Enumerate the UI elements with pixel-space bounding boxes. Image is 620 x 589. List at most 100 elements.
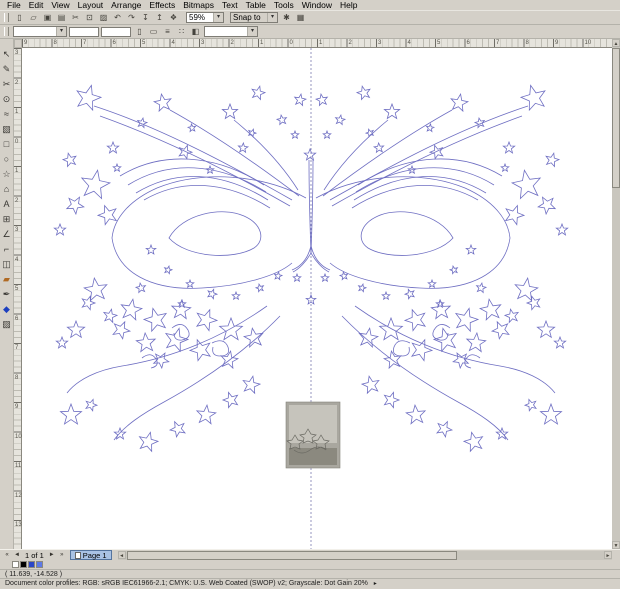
horizontal-scroll-thumb[interactable] [127, 551, 457, 560]
chevron-down-icon[interactable]: ▾ [56, 27, 66, 36]
chevron-down-icon[interactable]: ▾ [267, 13, 277, 22]
new-document-icon[interactable]: ▯ [13, 12, 26, 24]
shape-tool[interactable]: ✎ [0, 62, 13, 77]
mask-drawing[interactable] [54, 85, 316, 451]
ruler-label-h: 7 [496, 40, 499, 46]
ruler-label-v: 9 [15, 404, 18, 410]
menu-item-file[interactable]: File [3, 0, 25, 11]
scroll-down-icon[interactable]: ▼ [612, 541, 620, 549]
ruler-label-h: 5 [142, 40, 145, 46]
menu-item-edit[interactable]: Edit [25, 0, 48, 11]
ruler-label-h: 3 [201, 40, 204, 46]
zoom-tool[interactable]: ⊙ [0, 92, 13, 107]
menu-item-table[interactable]: Table [242, 0, 270, 11]
previous-page-button[interactable]: ◄ [12, 552, 22, 558]
menu-item-bitmaps[interactable]: Bitmaps [179, 0, 218, 11]
menu-item-help[interactable]: Help [336, 0, 361, 11]
palette-swatch-2[interactable] [28, 561, 35, 568]
vertical-scroll-thumb[interactable] [612, 48, 620, 188]
table-tool[interactable]: ⊞ [0, 212, 13, 227]
color-profiles-text: Document color profiles: RGB: sRGB IEC61… [5, 580, 368, 587]
canvas-area[interactable] [22, 48, 612, 549]
duplicate-distance-icon[interactable]: ◧ [189, 26, 202, 38]
paper-type-combo[interactable]: ▾ [13, 26, 67, 37]
freehand-tool[interactable]: ≈ [0, 107, 13, 122]
chevron-down-icon[interactable]: ▾ [247, 27, 257, 36]
page-height-field[interactable] [101, 27, 131, 37]
outline-pen-tool[interactable]: ✒ [0, 287, 13, 302]
print-icon[interactable]: ▤ [55, 12, 68, 24]
ruler-label-h: 5 [437, 40, 440, 46]
next-page-button[interactable]: ► [47, 552, 57, 558]
import-icon[interactable]: ↧ [139, 12, 152, 24]
nudge-offset-icon[interactable]: ∷ [175, 26, 188, 38]
menu-item-arrange[interactable]: Arrange [107, 0, 145, 11]
drawing-canvas[interactable] [22, 48, 612, 549]
smart-fill-tool[interactable]: ▧ [0, 122, 13, 137]
page-tab[interactable]: Page 1 [70, 550, 112, 560]
first-page-button[interactable]: « [2, 552, 12, 558]
connector-tool[interactable]: ⌐ [0, 242, 13, 257]
basic-shapes-tool[interactable]: ⌂ [0, 182, 13, 197]
rectangle-tool[interactable]: □ [0, 137, 13, 152]
menu-bar: FileEditViewLayoutArrangeEffectsBitmapsT… [0, 0, 620, 11]
options-icon[interactable]: ✱ [280, 12, 293, 24]
ruler-label-v: 4 [15, 257, 18, 263]
vertical-ruler[interactable]: 321012345678910111213 [14, 48, 22, 549]
interactive-fill-tool[interactable]: ▨ [0, 317, 13, 332]
scroll-up-icon[interactable]: ▲ [612, 39, 620, 47]
drawing-units-combo[interactable]: ▾ [204, 26, 258, 37]
dimension-tool[interactable]: ∠ [0, 227, 13, 242]
export-icon[interactable]: ↥ [153, 12, 166, 24]
ruler-label-h: 2 [349, 40, 352, 46]
palette-swatch-1[interactable] [20, 561, 27, 568]
vertical-scrollbar[interactable]: ▲ ▼ [612, 39, 620, 549]
mask-drawing-mirror[interactable] [311, 85, 568, 451]
fill-tool[interactable]: ◆ [0, 302, 13, 317]
reference-bitmap[interactable] [286, 402, 340, 468]
ruler-label-h: 10 [585, 40, 592, 46]
ruler-corner[interactable] [14, 39, 22, 48]
horizontal-ruler[interactable]: 987654321012345678910 [22, 39, 612, 48]
scroll-right-icon[interactable]: ► [604, 551, 612, 559]
zoom-level-combo[interactable]: 59% ▾ [186, 12, 224, 23]
save-icon[interactable]: ▣ [41, 12, 54, 24]
polygon-tool[interactable]: ☆ [0, 167, 13, 182]
menu-item-tools[interactable]: Tools [270, 0, 298, 11]
menu-item-text[interactable]: Text [218, 0, 242, 11]
paste-icon[interactable]: ▨ [97, 12, 110, 24]
eyedropper-tool[interactable]: ▰ [0, 272, 13, 287]
ellipse-tool[interactable]: ○ [0, 152, 13, 167]
snap-to-combo[interactable]: Snap to ▾ [230, 12, 278, 23]
blend-tool[interactable]: ◫ [0, 257, 13, 272]
ruler-label-v: 6 [15, 316, 18, 322]
horizontal-scrollbar[interactable]: ◄ ► [118, 551, 612, 560]
palette-swatch-0[interactable] [12, 561, 19, 568]
menu-item-view[interactable]: View [47, 0, 73, 11]
chevron-down-icon[interactable]: ▾ [213, 13, 223, 22]
text-tool[interactable]: A [0, 197, 13, 212]
crop-tool[interactable]: ✂ [0, 77, 13, 92]
menu-item-layout[interactable]: Layout [74, 0, 108, 11]
toolbar-grip[interactable] [4, 13, 9, 22]
pick-tool[interactable]: ↖ [0, 47, 13, 62]
units-icon[interactable]: ≡ [161, 26, 174, 38]
window-layout-icon[interactable]: ▦ [294, 12, 307, 24]
expand-icon[interactable]: ▸ [374, 581, 377, 587]
scroll-left-icon[interactable]: ◄ [118, 551, 126, 559]
undo-icon[interactable]: ↶ [111, 12, 124, 24]
landscape-button[interactable]: ▭ [147, 26, 160, 38]
open-icon[interactable]: ▱ [27, 12, 40, 24]
snap-to-label: Snap to [233, 13, 261, 22]
portrait-button[interactable]: ▯ [133, 26, 146, 38]
page-width-field[interactable] [69, 27, 99, 37]
last-page-button[interactable]: » [57, 552, 67, 558]
menu-item-window[interactable]: Window [298, 0, 336, 11]
redo-icon[interactable]: ↷ [125, 12, 138, 24]
menu-item-effects[interactable]: Effects [145, 0, 179, 11]
application-launcher-icon[interactable]: ❖ [167, 12, 180, 24]
copy-icon[interactable]: ⊡ [83, 12, 96, 24]
toolbar-grip[interactable] [4, 27, 9, 36]
cut-icon[interactable]: ✂ [69, 12, 82, 24]
palette-swatch-3[interactable] [36, 561, 43, 568]
